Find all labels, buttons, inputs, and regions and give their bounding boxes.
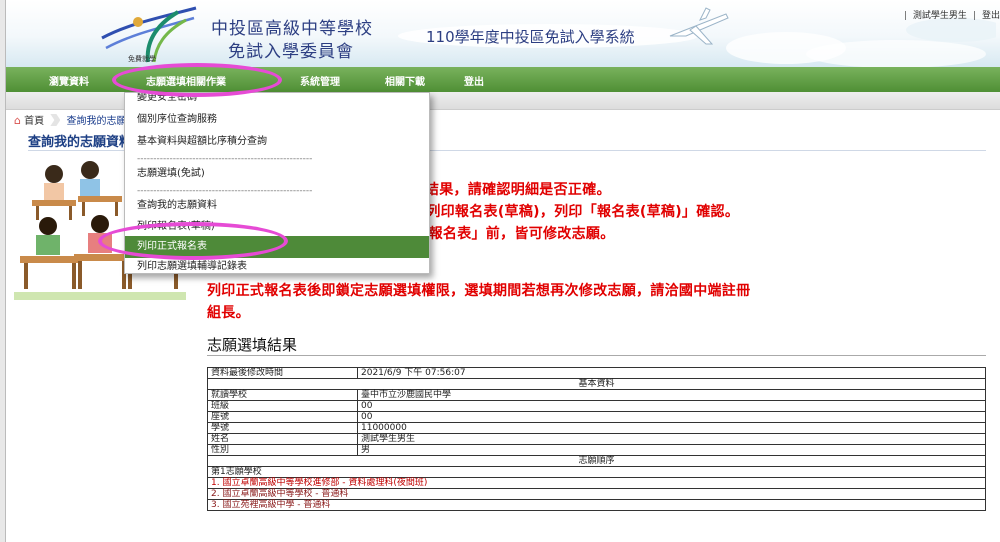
field-label: 學號 [207,422,358,434]
field-label: 姓名 [207,433,358,445]
field-value: 臺中市立沙鹿國民中學 [357,389,986,401]
field-label: 座號 [207,411,358,423]
table-row: 就讀學校 臺中市立沙鹿國民中學 [207,389,986,401]
field-value: 11000000 [357,422,986,434]
last-modified-value: 2021/6/9 下午 07:56:07 [357,367,986,379]
field-label: 班級 [207,400,358,412]
table-row: 基本資料 [207,378,986,390]
org-name-line2: 免試入學委員會 [228,42,354,62]
top-user-links: | 測試學生男生 | 登出 [903,11,1000,21]
table-row: 3. 國立苑裡高級中學 - 普通科 [207,499,986,511]
first-choice-label: 第1志願學校 [207,466,986,478]
top-logout-link[interactable]: 登出 [982,11,1000,21]
notice-line-2: 長→列印報名表(草稿)，列印「報名表(草稿)」確認。 [400,204,740,220]
field-label: 性別 [207,444,358,456]
table-row: 性別 男 [207,444,986,456]
menu-item-fill-preferences[interactable]: 志願選填(免試) [125,163,429,185]
preference-operations-menu: 變更安全密碼 個別序位查詢服務 基本資料與超額比序積分查詢 ----------… [124,92,430,274]
table-row: 學號 11000000 [207,422,986,434]
field-value: 測試學生男生 [357,433,986,445]
menu-item-print-guidance-record[interactable]: 列印志願選填輔導記錄表 [125,256,429,273]
current-user-name: 測試學生男生 [912,11,967,21]
basic-info-header: 基本資料 [207,378,986,390]
home-icon[interactable]: ⌂ [14,114,21,127]
menu-item-query-my-preferences[interactable]: 查詢我的志願資料 [125,195,429,217]
section-divider [207,355,986,356]
nav-logout[interactable]: 登出 [464,73,484,88]
field-value: 男 [357,444,986,456]
nav-preference-operations[interactable]: 志願選填相關作業 [146,73,226,88]
notice-line-3: 正式報名表」前，皆可修改志願。 [400,226,615,242]
menu-item-rank-query[interactable]: 個別序位查詢服務 [125,109,429,131]
system-title: 110學年度中投區免試入學系統 [426,28,635,46]
menu-item-print-official-form[interactable]: 列印正式報名表 [125,236,429,258]
table-row: 姓名 測試學生男生 [207,433,986,445]
notice-line-4: 列印正式報名表後即鎖定志願選填權限，選填期間若想再次修改志願，請洽國中端註冊 [207,283,751,299]
last-modified-label: 資料最後修改時間 [207,367,358,379]
choice-item: 1. 國立卓蘭高級中等學校進修部 - 資料處理科(夜間班) [207,477,986,489]
table-row: 2. 國立卓蘭高級中等學校 - 普通科 [207,488,986,500]
breadcrumb-home[interactable]: 首頁 [24,116,44,127]
logo-caption: 免費就學 [128,54,156,63]
field-value: 00 [357,400,986,412]
field-label: 就讀學校 [207,389,358,401]
nav-browse-data[interactable]: 瀏覽資料 [49,73,89,88]
nav-downloads[interactable]: 相關下載 [385,73,425,88]
menu-item-basic-info-query[interactable]: 基本資料與超額比序積分查詢 [125,131,429,153]
choice-item: 3. 國立苑裡高級中學 - 普通科 [207,499,986,511]
page-title: 查詢我的志願資料 [28,135,133,150]
field-value: 00 [357,411,986,423]
table-row: 志願順序 [207,455,986,467]
table-row: 班級 00 [207,400,986,412]
site-header: 免費就學 中投區高級中等學校 免試入學委員會 110學年度中投區免試入學系統 |… [6,0,1000,67]
notice-line-5: 組長。 [207,305,250,321]
org-name-line1: 中投區高級中等學校 [211,19,373,39]
menu-item-change-password[interactable]: 變更安全密碼 [125,93,429,109]
choice-item: 2. 國立卓蘭高級中等學校 - 普通科 [207,488,986,500]
preference-result-table: 資料最後修改時間 2021/6/9 下午 07:56:07 基本資料 就讀學校 … [207,367,986,511]
nav-system-management[interactable]: 系統管理 [300,73,340,88]
preference-order-header: 志願順序 [207,455,986,467]
airplane-icon [669,7,729,45]
table-row: 座號 00 [207,411,986,423]
section-title: 志願選填結果 [207,336,298,354]
committee-logo: 免費就學 [101,6,197,63]
table-row: 資料最後修改時間 2021/6/9 下午 07:56:07 [207,367,986,379]
table-row: 第1志願學校 [207,466,986,478]
main-nav: 瀏覽資料 志願選填相關作業 系統管理 相關下載 登出 [6,67,1000,92]
breadcrumb-arrow-icon [50,114,61,126]
menu-item-print-draft[interactable]: 列印報名表(草稿) [125,216,429,238]
table-row: 1. 國立卓蘭高級中等學校進修部 - 資料處理科(夜間班) [207,477,986,489]
